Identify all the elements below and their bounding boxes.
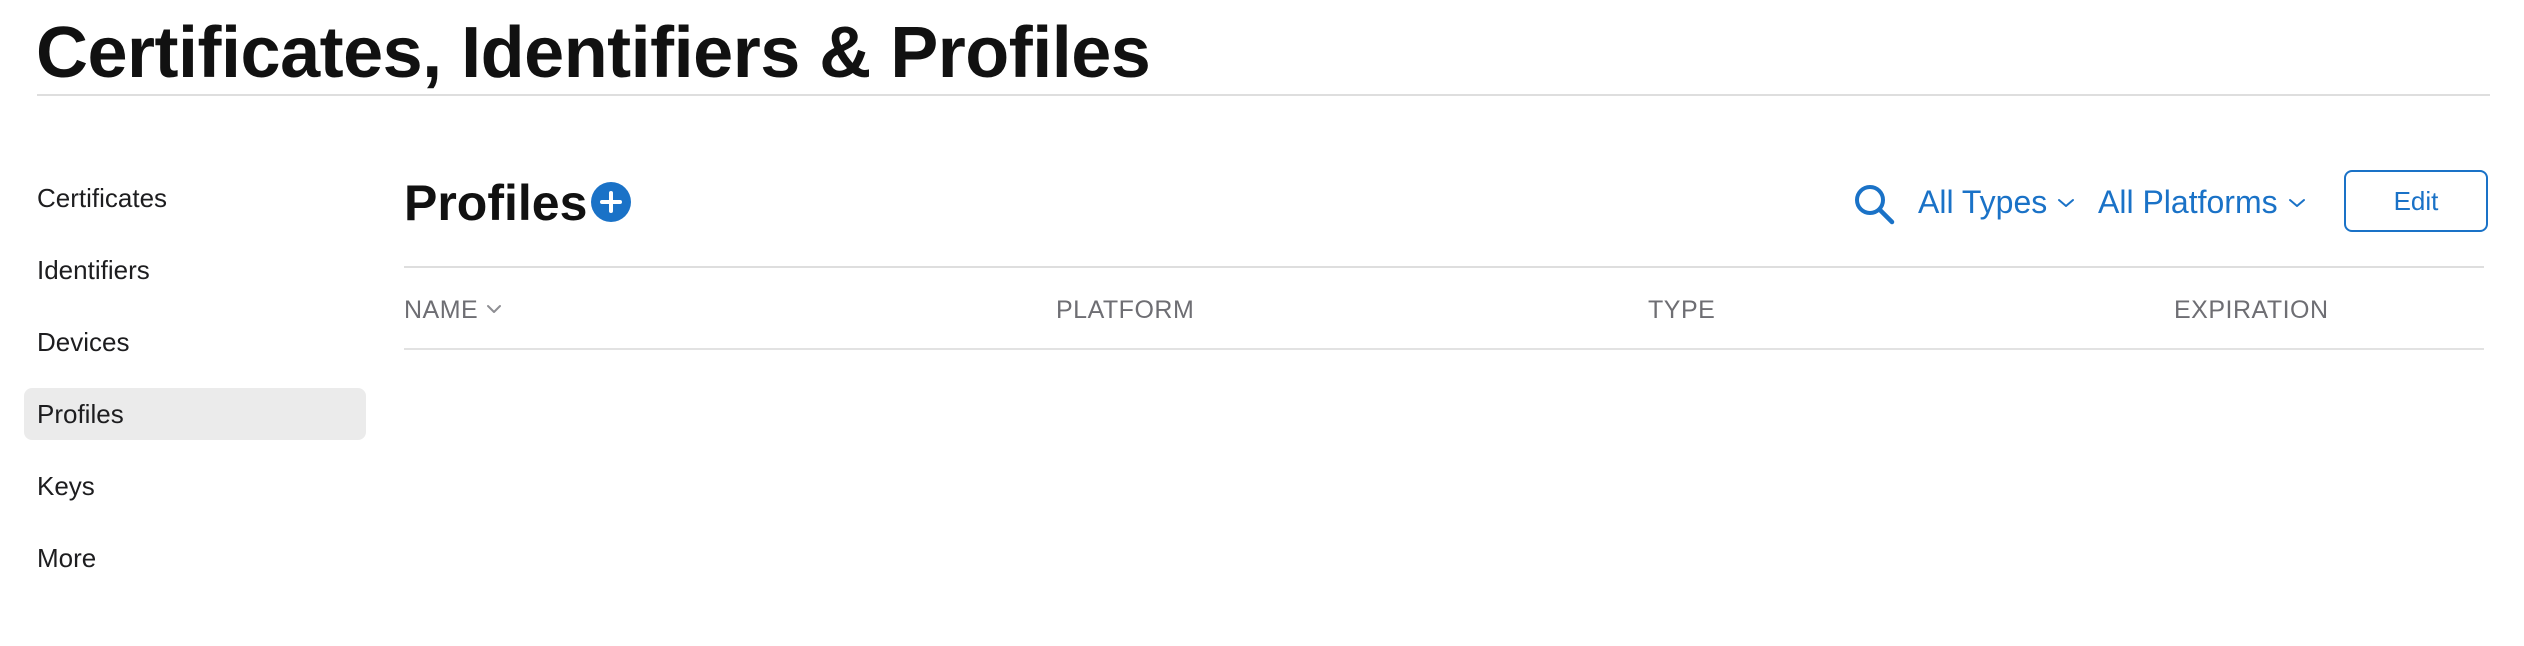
type-filter-dropdown[interactable]: All Types	[1918, 176, 2075, 228]
column-header-label: NAME	[404, 296, 479, 324]
sidebar-item-profiles[interactable]: Profiles	[24, 388, 366, 440]
sidebar-item-more[interactable]: More	[24, 532, 366, 584]
platform-filter-dropdown[interactable]: All Platforms	[2098, 176, 2306, 228]
sidebar-item-label: Certificates	[37, 183, 168, 213]
chevron-down-icon	[2058, 198, 2075, 207]
column-header-expiration: EXPIRATION	[2174, 296, 2329, 324]
title-divider	[37, 94, 2490, 96]
sidebar-item-label: Profiles	[37, 399, 124, 429]
column-header-type: TYPE	[1648, 296, 1716, 324]
type-filter-label: All Types	[1918, 184, 2048, 220]
sidebar-item-label: Identifiers	[37, 255, 150, 285]
add-profile-button[interactable]	[591, 182, 631, 222]
platform-filter-label: All Platforms	[2098, 184, 2278, 220]
header-divider	[404, 266, 2484, 268]
sort-chevron-down-icon	[487, 305, 502, 314]
sidebar-item-label: More	[37, 543, 97, 573]
plus-circle-icon	[600, 191, 622, 213]
sidebar-item-label: Devices	[37, 327, 130, 357]
sidebar-item-certificates[interactable]: Certificates	[24, 172, 366, 224]
sidebar-item-keys[interactable]: Keys	[24, 460, 366, 512]
column-header-name[interactable]: NAME	[404, 290, 502, 330]
search-button[interactable]	[1852, 182, 1896, 226]
chevron-down-icon	[2288, 198, 2305, 207]
sidebar: Certificates Identifiers Devices Profile…	[24, 172, 366, 604]
page-title: Certificates, Identifiers & Profiles	[36, 13, 1151, 93]
sidebar-item-devices[interactable]: Devices	[24, 316, 366, 368]
sidebar-item-label: Keys	[37, 471, 95, 501]
column-header-platform: PLATFORM	[1056, 296, 1195, 324]
search-icon	[1855, 185, 1895, 225]
sidebar-item-identifiers[interactable]: Identifiers	[24, 244, 366, 296]
page: Certificates, Identifiers & Profiles Cer…	[0, 0, 2524, 646]
table-divider	[404, 348, 2484, 350]
edit-button[interactable]: Edit	[2344, 170, 2488, 232]
section-title: Profiles	[404, 175, 588, 231]
